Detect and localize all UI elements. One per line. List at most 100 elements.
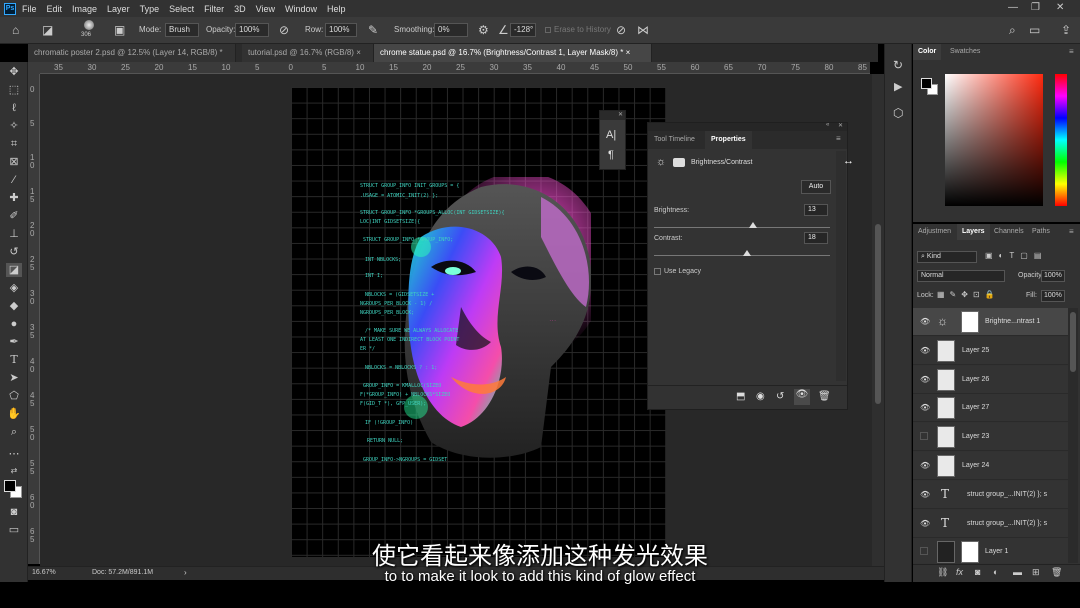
pressure-size-icon[interactable]: ⊘ bbox=[616, 23, 626, 37]
toggle-visibility-icon[interactable]: 👁 bbox=[794, 389, 810, 405]
tab-swatches[interactable]: Swatches bbox=[945, 44, 985, 60]
color-panel-menu-icon[interactable]: ≡ bbox=[1069, 47, 1074, 56]
auto-button[interactable]: Auto bbox=[801, 180, 831, 194]
clip-to-layer-icon[interactable]: ⬒ bbox=[736, 391, 745, 402]
tab-close-icon[interactable]: × bbox=[626, 48, 631, 57]
shape-tool-icon[interactable]: ⬠ bbox=[6, 389, 22, 403]
tab-tutorial[interactable]: tutorial.psd @ 16.7% (RGB/8) × bbox=[242, 44, 374, 62]
clone-stamp-tool-icon[interactable]: ⊥ bbox=[6, 227, 22, 241]
panel-drag-bar[interactable]: « ✕ bbox=[648, 122, 847, 131]
crop-tool-icon[interactable]: ⌗ bbox=[6, 137, 22, 151]
marquee-tool-icon[interactable]: ⬚ bbox=[6, 83, 22, 97]
color-foreground-swatch[interactable] bbox=[921, 78, 932, 89]
tab-chrome-statue[interactable]: chrome statue.psd @ 16.7% (Brightness/Co… bbox=[374, 44, 652, 62]
layer-filter-kind-select[interactable]: ⌕ Kind bbox=[917, 251, 977, 263]
minimize-icon[interactable]: — bbox=[1008, 2, 1018, 13]
color-picker-field[interactable] bbox=[945, 74, 1043, 206]
menu-select[interactable]: Select bbox=[169, 4, 194, 14]
reset-icon[interactable]: ↺ bbox=[776, 391, 784, 402]
menu-filter[interactable]: Filter bbox=[204, 4, 224, 14]
layer-row[interactable]: 👁 Tstruct group_...INIT(2) }; s bbox=[913, 509, 1073, 538]
tab-layers[interactable]: Layers bbox=[957, 224, 990, 240]
hand-tool-icon[interactable]: ✋ bbox=[6, 407, 22, 421]
swap-colors-icon[interactable]: ⇄ bbox=[6, 464, 22, 478]
layers-panel-menu-icon[interactable]: ≡ bbox=[1069, 227, 1074, 236]
layer-row[interactable]: 👁 Tstruct group_...INIT(2) }; s bbox=[913, 480, 1073, 509]
layer-visibility-eye-icon[interactable]: 👁 bbox=[920, 317, 930, 326]
layer-row[interactable]: Layer 23 bbox=[913, 423, 1073, 452]
menu-type[interactable]: Type bbox=[140, 4, 160, 14]
layer-row[interactable]: 👁 Layer 26 bbox=[913, 365, 1073, 394]
path-selection-tool-icon[interactable]: ➤ bbox=[6, 371, 22, 385]
blend-mode-select[interactable]: Normal bbox=[917, 270, 1005, 282]
menu-file[interactable]: File bbox=[22, 4, 37, 14]
fill-input[interactable]: 100% bbox=[1041, 290, 1065, 302]
history-panel-icon[interactable]: ↻ bbox=[893, 58, 903, 72]
layer-visibility-eye-icon[interactable]: 👁 bbox=[920, 346, 930, 355]
collapse-icon[interactable]: « bbox=[826, 122, 829, 128]
panel-close-icon[interactable]: ✕ bbox=[838, 122, 843, 129]
paragraph-panel-icon[interactable]: ¶ bbox=[608, 149, 614, 161]
menu-3d[interactable]: 3D bbox=[234, 4, 246, 14]
lock-icons[interactable]: ▦✎✥⊡🔒 bbox=[937, 290, 1000, 299]
frame-tool-icon[interactable]: ⊠ bbox=[6, 155, 22, 169]
view-previous-state-icon[interactable]: ◉ bbox=[756, 391, 765, 402]
tab-color[interactable]: Color bbox=[913, 44, 942, 60]
magic-wand-tool-icon[interactable]: ✧ bbox=[6, 119, 22, 133]
eraser-tool-preset-icon[interactable]: ◪ bbox=[42, 23, 53, 37]
contrast-slider-track[interactable] bbox=[654, 255, 830, 256]
layer-row[interactable]: 👁 Layer 25 bbox=[913, 336, 1073, 365]
properties-scrollbar[interactable] bbox=[836, 151, 846, 381]
dodge-tool-icon[interactable]: ● bbox=[6, 317, 22, 331]
menu-layer[interactable]: Layer bbox=[107, 4, 130, 14]
opacity-input[interactable]: 100% bbox=[235, 23, 269, 37]
layer-mask-icon[interactable] bbox=[673, 158, 685, 167]
foreground-color-swatch[interactable] bbox=[4, 480, 16, 492]
airbrush-icon[interactable]: ✎ bbox=[368, 23, 378, 37]
history-brush-tool-icon[interactable]: ↺ bbox=[6, 245, 22, 259]
layers-scrollbar-thumb[interactable] bbox=[1070, 312, 1076, 372]
layer-row[interactable]: 👁 ☼ Brightne...ntrast 1 bbox=[913, 308, 1073, 336]
tab-chromatic-poster[interactable]: chromatic poster 2.psd @ 12.5% (Layer 14… bbox=[28, 44, 236, 75]
blur-tool-icon[interactable]: ◆ bbox=[6, 299, 22, 313]
move-tool-icon[interactable]: ✥ bbox=[6, 65, 22, 79]
tab-paths[interactable]: Paths bbox=[1027, 224, 1055, 240]
search-icon[interactable]: ⌕ bbox=[1009, 23, 1016, 38]
layer-thumbnail[interactable] bbox=[937, 397, 955, 420]
brightness-slider-track[interactable] bbox=[654, 227, 830, 228]
mini-panel-close-icon[interactable]: ✕ bbox=[600, 111, 625, 120]
layer-visibility-eye-icon[interactable]: 👁 bbox=[920, 375, 930, 384]
restore-icon[interactable]: ❐ bbox=[1031, 2, 1040, 13]
tab-close-icon[interactable]: × bbox=[356, 48, 361, 57]
layer-opacity-input[interactable]: 100% bbox=[1041, 270, 1065, 282]
type-tool-icon[interactable]: T bbox=[6, 353, 22, 367]
layer-thumbnail[interactable] bbox=[937, 368, 955, 391]
tab-channels[interactable]: Channels bbox=[989, 224, 1029, 240]
angle-input[interactable]: -128° bbox=[510, 23, 536, 37]
use-legacy-checkbox[interactable] bbox=[654, 268, 661, 275]
menu-image[interactable]: Image bbox=[72, 4, 97, 14]
layer-visibility-eye-icon[interactable]: 👁 bbox=[920, 519, 930, 528]
brush-tool-icon[interactable]: ✐ bbox=[6, 209, 22, 223]
smoothing-settings-gear-icon[interactable]: ⚙ bbox=[478, 23, 489, 37]
flow-input[interactable]: 100% bbox=[325, 23, 357, 37]
layer-filter-icons[interactable]: ▣◐T▢▤ bbox=[985, 251, 1047, 260]
quick-mask-icon[interactable]: ◙ bbox=[6, 505, 22, 519]
menu-window[interactable]: Window bbox=[285, 4, 317, 14]
healing-brush-tool-icon[interactable]: ✚ bbox=[6, 191, 22, 205]
paint-bucket-tool-icon[interactable]: ◈ bbox=[6, 281, 22, 295]
panel-menu-icon[interactable]: ≡ bbox=[836, 134, 841, 143]
workspace-icon[interactable]: ▭ bbox=[1029, 23, 1040, 37]
tab-properties[interactable]: Properties bbox=[705, 131, 752, 149]
scrollbar-thumb[interactable] bbox=[875, 224, 881, 404]
more-tools-icon[interactable]: ⋯ bbox=[6, 447, 22, 461]
symmetry-butterfly-icon[interactable]: ⋈ bbox=[637, 23, 649, 37]
brush-settings-icon[interactable]: ▣ bbox=[114, 23, 125, 37]
brightness-value-input[interactable]: 13 bbox=[804, 204, 828, 216]
brush-preview-icon[interactable] bbox=[84, 20, 94, 30]
layer-thumbnail[interactable] bbox=[937, 339, 955, 362]
tab-adjustments[interactable]: Adjustmen bbox=[913, 224, 956, 240]
contrast-slider-knob[interactable] bbox=[743, 250, 752, 256]
delete-icon[interactable]: 🗑 bbox=[818, 391, 831, 402]
vertical-scrollbar[interactable] bbox=[872, 74, 884, 566]
